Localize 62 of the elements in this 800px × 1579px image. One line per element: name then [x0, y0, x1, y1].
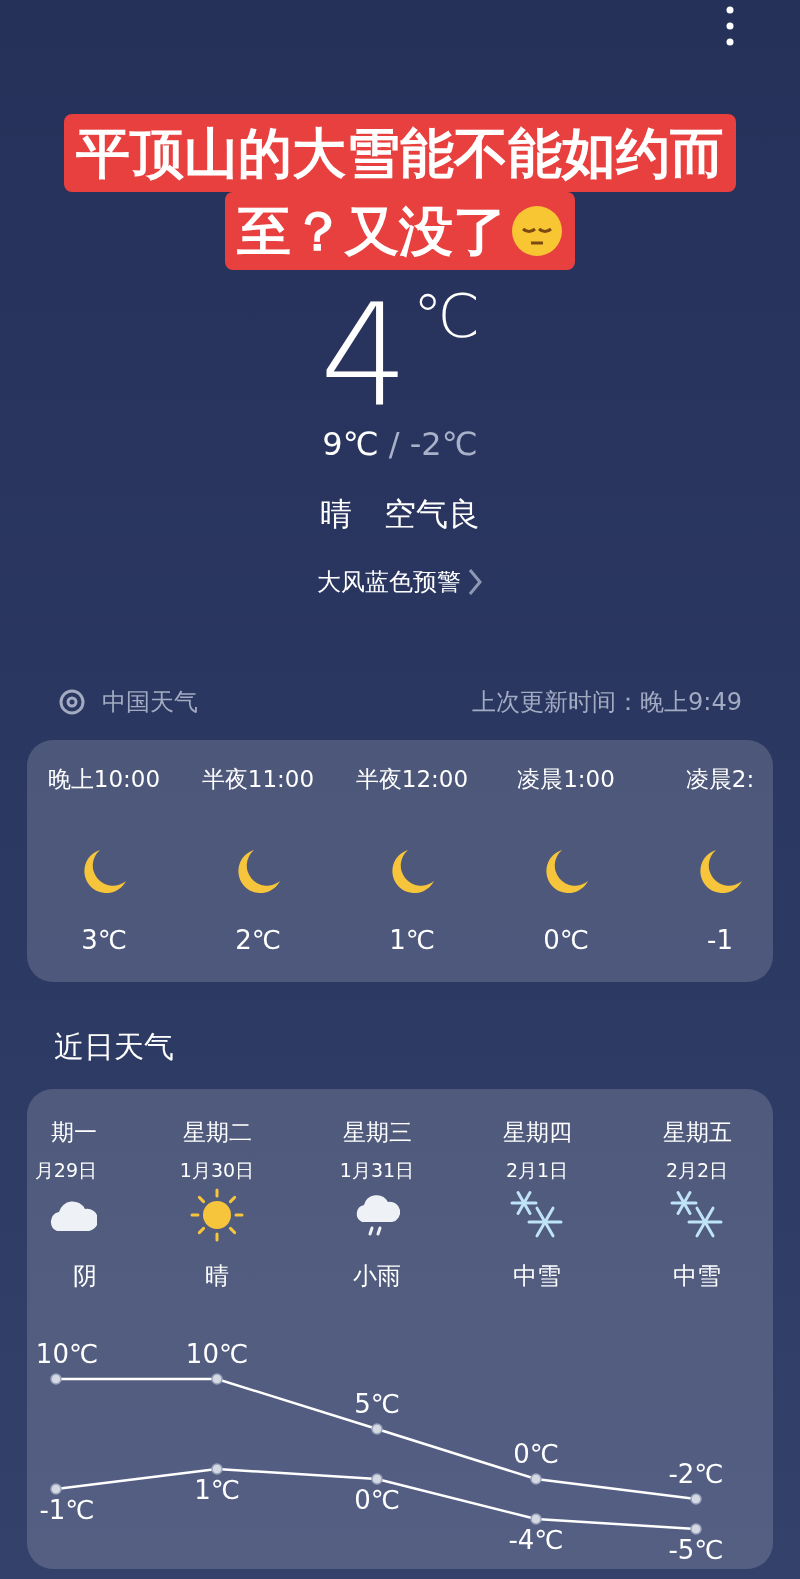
- value-label: -2℃: [668, 1459, 724, 1489]
- high-temperature: 9℃: [322, 425, 379, 463]
- date-label: 1月31日: [339, 1157, 415, 1183]
- value-label: 0℃: [354, 1485, 400, 1515]
- data-point: [50, 1483, 62, 1495]
- value-label: 0℃: [513, 1439, 559, 1469]
- hour-temperature: -1: [707, 923, 733, 957]
- hour-temperature: 1℃: [389, 923, 435, 957]
- weekday-label: 星期四: [502, 1118, 572, 1147]
- hour-label: 凌晨2:: [685, 765, 755, 794]
- value-label: 10℃: [35, 1339, 99, 1369]
- weather-alert-link[interactable]: 大风蓝色预警: [317, 564, 461, 600]
- section-title: 近日天气: [54, 1028, 175, 1066]
- value-label: 5℃: [354, 1389, 400, 1419]
- chevron-right-icon: [467, 568, 483, 596]
- weather-condition: 晴: [320, 495, 352, 533]
- hour-label: 凌晨1:00: [517, 765, 615, 794]
- hour-label: 半夜12:00: [355, 765, 469, 794]
- day-condition: 中雪: [673, 1261, 721, 1292]
- caption-text: 平顶山的大雪能不能如约而: [76, 120, 724, 187]
- date-label: 2月1日: [505, 1157, 569, 1183]
- data-point: [690, 1493, 702, 1505]
- hour-temperature: 2℃: [235, 923, 281, 957]
- weekday-label: 星期五: [662, 1118, 732, 1147]
- value-label: 10℃: [185, 1339, 249, 1369]
- low-temperature: -2℃: [409, 425, 478, 463]
- value-label: -1℃: [39, 1495, 95, 1525]
- data-point: [211, 1463, 223, 1475]
- data-point: [211, 1373, 223, 1385]
- day-condition: 晴: [205, 1261, 229, 1292]
- value-label: -4℃: [508, 1525, 564, 1555]
- value-label: -5℃: [668, 1535, 724, 1565]
- weekday-label: 期一: [51, 1118, 97, 1147]
- date-label: 2月2日: [665, 1157, 729, 1183]
- data-point: [371, 1423, 383, 1435]
- weekday-label: 星期二: [182, 1118, 252, 1147]
- more-icon[interactable]: [726, 6, 734, 46]
- sun-icon: [189, 1187, 245, 1243]
- separator: /: [388, 425, 400, 463]
- data-point: [530, 1513, 542, 1525]
- update-time: 上次更新时间：晚上9:49: [472, 687, 742, 718]
- hour-label: 半夜11:00: [201, 765, 315, 794]
- temperature-unit: ℃: [412, 286, 481, 353]
- data-point: [371, 1473, 383, 1485]
- value-label: 1℃: [194, 1475, 240, 1505]
- sad-emoji-icon: [511, 205, 563, 257]
- data-point: [690, 1523, 702, 1535]
- data-point: [530, 1473, 542, 1485]
- hour-temperature: 3℃: [81, 923, 127, 957]
- source-name: 中国天气: [102, 687, 198, 718]
- weekday-label: 星期三: [342, 1118, 412, 1147]
- date-label: 1月30日: [179, 1157, 255, 1183]
- data-point: [50, 1373, 62, 1385]
- date-label: 月29日: [34, 1157, 97, 1183]
- day-condition: 小雨: [353, 1261, 401, 1292]
- hour-label: 晚上10:00: [47, 765, 161, 794]
- day-condition: 阴: [73, 1261, 97, 1292]
- day-condition: 中雪: [513, 1261, 561, 1292]
- current-temperature: 4: [319, 286, 409, 426]
- caption-text: 至？又没了: [237, 198, 507, 265]
- air-quality: 空气良: [384, 495, 480, 533]
- hour-temperature: 0℃: [543, 923, 589, 957]
